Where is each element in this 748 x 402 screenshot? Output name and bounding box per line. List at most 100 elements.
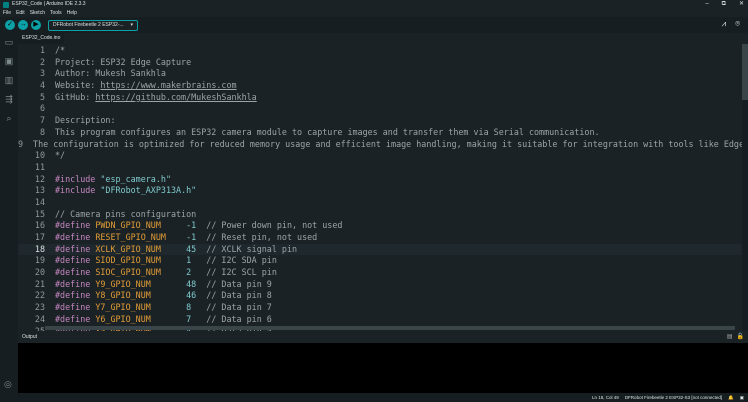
line-number: 6 <box>39 103 45 114</box>
code-token: RESET_GPIO_NUM <box>95 232 187 242</box>
code-text: #define RESET_GPIO_NUM -1 // Reset pin, … <box>45 232 317 244</box>
arduino-app-icon <box>3 1 9 8</box>
code-token: #include <box>55 173 101 184</box>
code-token: #define <box>55 302 96 313</box>
code-token: // Data pin 8 <box>196 290 272 301</box>
code-token: 46 <box>186 290 197 301</box>
code-token: SIOD_GPIO_NUM <box>95 255 187 266</box>
code-line: 3 Author: Mukesh Sankhla <box>18 68 742 80</box>
code-line: 22 #define Y8_GPIO_NUM 46 // Data pin 8 <box>18 290 742 302</box>
menu-file[interactable]: File <box>3 9 11 17</box>
output-panel <box>18 343 748 393</box>
line-number: 16 <box>34 220 45 231</box>
code-text: #define Y9_GPIO_NUM 48 // Data pin 9 <box>45 279 272 291</box>
vertical-scrollbar[interactable] <box>742 44 748 100</box>
minimize-button[interactable]: – <box>705 0 708 9</box>
line-number: 23 <box>34 302 45 313</box>
menu-sketch[interactable]: Sketch <box>30 9 45 17</box>
code-token: #define <box>55 255 96 266</box>
code-token: #define <box>55 313 96 324</box>
boards-manager-icon[interactable]: ▣ <box>5 56 14 67</box>
code-editor[interactable]: 1 /* 2 Project: ESP32 Edge Capture 3 Author: … <box>18 44 742 331</box>
code-token: This program configures an ESP32 camera … <box>55 126 600 137</box>
code-token: 1 <box>186 255 197 266</box>
debug-button[interactable]: ▶ <box>31 20 41 30</box>
line-number: 22 <box>34 290 45 301</box>
search-icon[interactable]: ⌕ <box>6 113 11 124</box>
verify-button[interactable]: ✓ <box>5 20 15 30</box>
line-number: 20 <box>34 267 45 278</box>
cursor-position: Ln 18, Col 49 <box>592 395 619 400</box>
menu-edit[interactable]: Edit <box>16 9 25 17</box>
code-line: 23 #define Y7_GPIO_NUM 8 // Data pin 7 <box>18 302 742 314</box>
code-text: #define Y7_GPIO_NUM 8 // Data pin 7 <box>45 302 272 314</box>
status-bar: Ln 18, Col 49 DFRobot Firebeetle 2 ESP32… <box>0 393 748 402</box>
notifications-icon[interactable]: 🔔 <box>728 393 734 402</box>
code-line: 14 <box>18 197 742 209</box>
line-number: 12 <box>34 173 45 184</box>
menu-tools[interactable]: Tools <box>50 9 62 17</box>
code-text: Description: <box>45 115 116 127</box>
line-number: 11 <box>34 161 45 172</box>
code-token: // Data pin 7 <box>196 302 272 313</box>
clear-output-icon[interactable]: ▤ <box>727 331 733 343</box>
lock-icon[interactable]: 🔓 <box>737 331 744 343</box>
code-text: Author: Mukesh Sankhla <box>45 68 166 80</box>
line-number: 4 <box>39 80 45 91</box>
board-selector-label: DFRobot Firebeetle 2 ESP32-... <box>53 21 124 28</box>
code-token: // I2C SDA pin <box>196 255 277 266</box>
line-number: 5 <box>39 91 45 102</box>
code-line: 5 GitHub: https://github.com/MukeshSankhl… <box>18 92 742 104</box>
code-token: // I2C SCL pin <box>196 267 277 278</box>
code-line: 8 This program configures an ESP32 camera… <box>18 127 742 139</box>
code-token: // Power down pin, not used <box>196 220 343 231</box>
toggle-panel-icon[interactable]: ▣ <box>740 393 744 402</box>
code-token: 8 <box>186 302 197 313</box>
line-number: 8 <box>39 126 45 137</box>
code-token: #define <box>55 243 96 254</box>
code-token: 48 <box>186 278 197 289</box>
code-text: /* <box>45 45 65 57</box>
serial-plotter-button[interactable]: ⩘ <box>722 19 727 29</box>
line-number: 7 <box>39 115 45 126</box>
user-icon[interactable]: ◎ <box>4 379 12 390</box>
code-token: Author: Mukesh Sankhla <box>55 68 166 79</box>
upload-button[interactable]: → <box>18 20 28 30</box>
sketchbook-icon[interactable]: ▭ <box>5 37 14 48</box>
maximize-button[interactable]: ⧉ <box>722 0 726 9</box>
code-line: 11 <box>18 162 742 174</box>
code-text: #define Y8_GPIO_NUM 46 // Data pin 8 <box>45 290 272 302</box>
code-line: 1 /* <box>18 45 742 57</box>
line-number: 17 <box>34 232 45 242</box>
code-token: Y8_GPIO_NUM <box>95 290 187 301</box>
activity-sidebar: ▭ ▣ ▥ ⇶ ⌕ <box>0 33 18 393</box>
code-line: 13 #include "DFRobot_AXP313A.h" <box>18 185 742 197</box>
serial-monitor-button[interactable]: ⌾ <box>735 19 740 29</box>
code-token: #include <box>55 185 101 196</box>
code-text: Project: ESP32 Edge Capture <box>45 57 191 69</box>
horizontal-scrollbar[interactable] <box>45 326 735 330</box>
code-token: Website: <box>55 80 101 91</box>
library-manager-icon[interactable]: ▥ <box>5 75 14 86</box>
line-number: 19 <box>34 255 45 266</box>
code-token: Y6_GPIO_NUM <box>95 313 187 324</box>
code-token: #define <box>55 232 96 242</box>
close-button[interactable]: ✕ <box>739 0 744 9</box>
code-line: 6 <box>18 103 742 115</box>
code-token: #define <box>55 278 96 289</box>
code-line: 2 Project: ESP32 Edge Capture <box>18 57 742 69</box>
menu-bar: File Edit Sketch Tools Help <box>0 9 748 17</box>
code-line: 19 #define SIOD_GPIO_NUM 1 // I2C SDA pin <box>18 255 742 267</box>
code-line: 15 // Camera pins configuration <box>18 209 742 221</box>
menu-help[interactable]: Help <box>67 9 77 17</box>
board-selector[interactable]: DFRobot Firebeetle 2 ESP32-... ▾ <box>48 19 138 31</box>
code-line: 7 Description: <box>18 115 742 127</box>
debug-icon[interactable]: ⇶ <box>5 94 13 105</box>
code-line: 12 #include "esp_camera.h" <box>18 174 742 186</box>
code-token: // XCLK signal pin <box>196 243 298 254</box>
code-text: Website: https://www.makerbrains.com <box>45 80 237 92</box>
code-line: 24 #define Y6_GPIO_NUM 7 // Data pin 6 <box>18 314 742 326</box>
tab-esp32-code[interactable]: ESP32_Code.ino <box>18 33 65 44</box>
code-token: XCLK_GPIO_NUM <box>95 243 187 254</box>
